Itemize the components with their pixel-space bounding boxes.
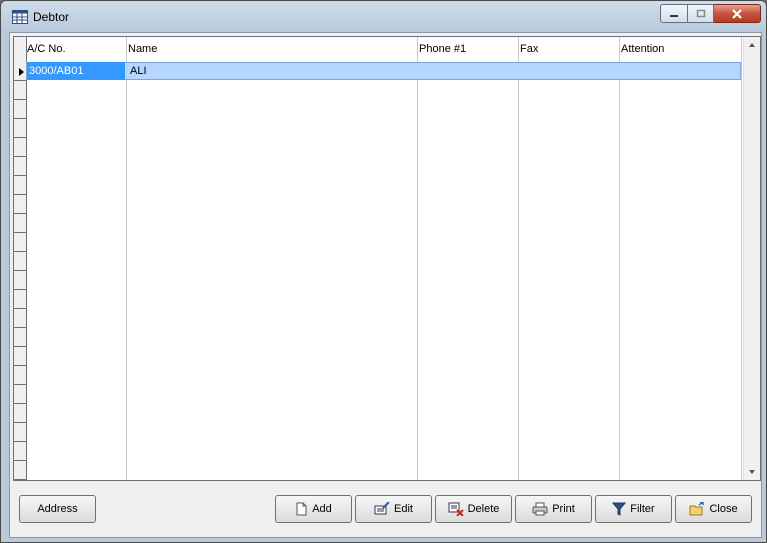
column-header-fax[interactable]: Fax — [520, 43, 538, 55]
print-button[interactable]: Print — [515, 495, 592, 523]
edit-label: Edit — [394, 503, 413, 515]
row-indicator-cell[interactable] — [14, 460, 26, 480]
column-header-attention[interactable]: Attention — [621, 43, 664, 55]
row-indicator-cell[interactable] — [14, 308, 26, 328]
row-indicator-cell[interactable] — [14, 80, 26, 100]
window-title: Debtor — [33, 10, 70, 24]
minimize-button[interactable] — [660, 4, 688, 23]
row-indicator-cell[interactable] — [14, 365, 26, 385]
close-icon — [732, 8, 742, 19]
table-icon — [12, 10, 28, 24]
add-label: Add — [312, 503, 332, 515]
filter-label: Filter — [630, 503, 655, 515]
debtor-window: Debtor A/C No. Name Phone #1 Fax Attenti… — [0, 0, 767, 543]
column-divider[interactable] — [518, 37, 519, 480]
maximize-button[interactable] — [688, 4, 714, 23]
row-indicator-cell[interactable] — [14, 289, 26, 309]
row-indicator-cell[interactable] — [14, 441, 26, 461]
row-indicator-column — [14, 37, 27, 480]
minimize-icon — [670, 14, 678, 17]
row-indicator-cell[interactable] — [14, 232, 26, 252]
delete-button[interactable]: Delete — [435, 495, 512, 523]
cell-name[interactable]: ALI — [130, 65, 147, 77]
edit-icon — [374, 502, 390, 515]
column-header-name[interactable]: Name — [128, 43, 157, 55]
column-header-phone[interactable]: Phone #1 — [419, 43, 466, 55]
maximize-icon — [696, 9, 705, 18]
row-indicator-cell[interactable] — [14, 213, 26, 233]
title-bar[interactable]: Debtor — [1, 1, 766, 33]
address-button[interactable]: Address — [19, 495, 96, 523]
close-window-button[interactable] — [714, 4, 761, 23]
row-indicator-cell[interactable] — [14, 422, 26, 442]
row-indicator-cell[interactable] — [14, 99, 26, 119]
exit-folder-icon — [689, 502, 705, 516]
row-indicator-cell[interactable] — [14, 137, 26, 157]
scroll-down-icon[interactable] — [749, 470, 755, 474]
filter-button[interactable]: Filter — [595, 495, 672, 523]
current-row-arrow-icon — [19, 68, 24, 76]
row-indicator-cell[interactable] — [14, 61, 26, 81]
add-button[interactable]: Add — [275, 495, 352, 523]
scroll-up-icon[interactable] — [749, 43, 755, 47]
row-indicator-cell[interactable] — [14, 194, 26, 214]
column-divider[interactable] — [126, 37, 127, 480]
column-divider[interactable] — [741, 37, 742, 480]
new-document-icon — [296, 502, 307, 516]
cell-ac-no[interactable]: 3000/AB01 — [27, 62, 125, 80]
row-indicator-cell[interactable] — [14, 346, 26, 366]
address-label: Address — [37, 503, 78, 515]
client-area: A/C No. Name Phone #1 Fax Attention 3000… — [9, 32, 762, 538]
row-indicator-cell[interactable] — [14, 118, 26, 138]
column-divider[interactable] — [619, 37, 620, 480]
row-indicator-cell[interactable] — [14, 270, 26, 290]
column-divider[interactable] — [417, 37, 418, 480]
print-label: Print — [552, 503, 575, 515]
window-controls — [660, 4, 761, 23]
row-indicator-cell[interactable] — [14, 384, 26, 404]
debtor-grid[interactable]: A/C No. Name Phone #1 Fax Attention 3000… — [13, 36, 761, 481]
row-indicator-cell[interactable] — [14, 175, 26, 195]
filter-icon — [612, 502, 627, 516]
column-header-ac-no[interactable]: A/C No. — [27, 43, 66, 55]
row-indicator-cell[interactable] — [14, 251, 26, 271]
close-label: Close — [709, 503, 738, 515]
edit-button[interactable]: Edit — [355, 495, 432, 523]
row-indicator-cell[interactable] — [14, 156, 26, 176]
delete-icon — [448, 502, 464, 516]
row-indicator-cell[interactable] — [14, 403, 26, 423]
delete-label: Delete — [467, 503, 500, 515]
printer-icon — [532, 502, 548, 516]
row-indicator-cell[interactable] — [14, 327, 26, 347]
vertical-scrollbar[interactable] — [743, 37, 760, 480]
close-button[interactable]: Close — [675, 495, 752, 523]
